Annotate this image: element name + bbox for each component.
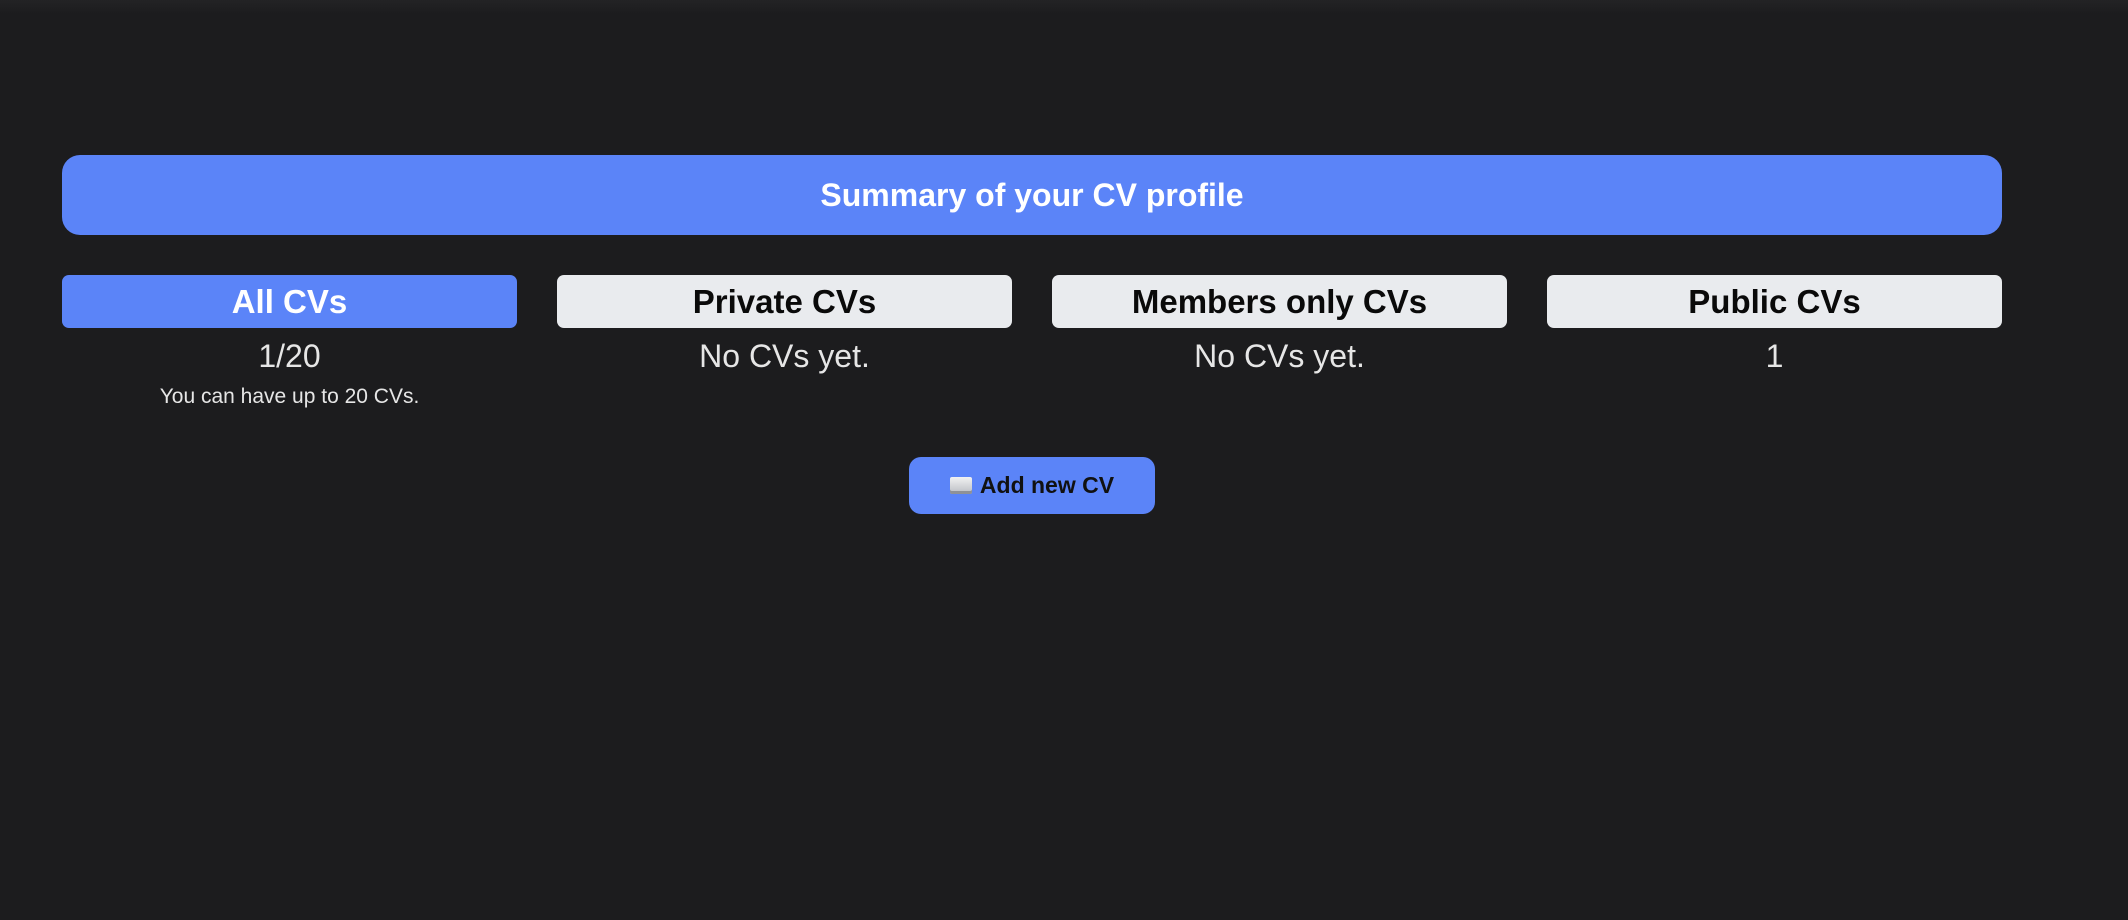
tab-all-cvs[interactable]: All CVs	[62, 275, 517, 328]
stat-column-public: Public CVs 1	[1547, 275, 2002, 376]
cv-limit-hint: You can have up to 20 CVs.	[159, 385, 420, 408]
stat-column-members: Members only CVs No CVs yet.	[1052, 275, 1507, 376]
top-edge	[0, 0, 2128, 14]
tab-public-cvs[interactable]: Public CVs	[1547, 275, 2002, 328]
private-cvs-count: No CVs yet.	[699, 338, 870, 374]
members-only-cvs-count: No CVs yet.	[1194, 338, 1365, 374]
stat-column-private: Private CVs No CVs yet.	[557, 275, 1012, 376]
tab-members-only-cvs[interactable]: Members only CVs	[1052, 275, 1507, 328]
all-cvs-count: 1/20	[258, 338, 321, 374]
add-new-cv-button[interactable]: Add new CV	[909, 457, 1155, 514]
tab-private-cvs[interactable]: Private CVs	[557, 275, 1012, 328]
public-cvs-count: 1	[1765, 338, 1784, 374]
summary-title: Summary of your CV profile	[820, 176, 1244, 213]
laptop-icon	[949, 477, 972, 494]
add-new-cv-label: Add new CV	[979, 472, 1115, 498]
stat-column-all: All CVs 1/20 You can have up to 20 CVs.	[62, 275, 517, 410]
summary-banner: Summary of your CV profile	[62, 155, 2002, 235]
